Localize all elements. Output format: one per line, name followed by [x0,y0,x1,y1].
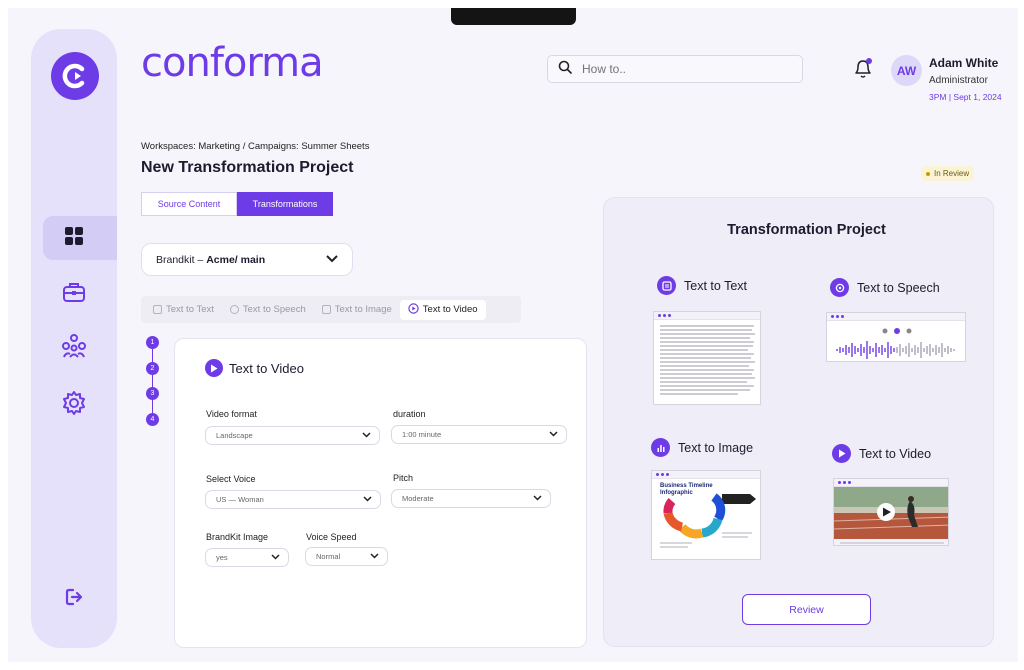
briefcase-icon [62,281,86,308]
thumb-text-to-video[interactable] [833,478,949,546]
page-title: New Transformation Project [141,159,354,176]
brandkit-image-label: BrandKit Image [206,532,269,542]
tab-text-to-text[interactable]: Text to Text [145,300,222,320]
tab-source-content[interactable]: Source Content [141,192,237,216]
search-input[interactable] [582,62,782,76]
bell-icon [852,58,874,84]
team-icon [61,333,87,364]
brandkit-image-select[interactable]: yes [205,548,289,567]
microphone-icon [830,278,849,297]
chevron-down-icon [271,553,280,562]
thumb-text-to-text[interactable] [653,311,761,405]
chevron-down-icon [533,494,542,503]
nav-settings[interactable] [31,383,117,427]
content-tabs: Source Content Transformations [141,192,333,216]
kind-text-to-video: Text to Video [832,444,931,463]
video-format-select[interactable]: Landscape [205,426,380,445]
voice-speed-select[interactable]: Normal [305,547,388,566]
text-document-preview [660,325,755,395]
thumb-text-to-speech[interactable] [826,312,966,362]
video-preview [834,487,948,545]
image-chart-icon [651,438,670,457]
brandkit-value: Brandkit – Acme/ main [156,253,266,266]
tab-transformations[interactable]: Transformations [237,192,333,216]
image-icon [321,305,331,314]
user-role: Administrator [929,75,988,86]
voice-speed-label: Voice Speed [306,532,357,542]
step-1[interactable]: 1 [146,336,159,349]
chevron-down-icon [363,495,372,504]
logout-icon [63,586,85,613]
review-button[interactable]: Review [742,594,871,625]
document-icon [657,276,676,295]
logo-icon[interactable] [51,52,99,100]
status-dot-icon [926,171,930,176]
kind-text-to-image: Text to Image [651,438,753,457]
panel-title: Transformation Project [727,222,886,238]
chevron-down-icon [549,430,558,439]
video-settings-card: Text to Video Video format Landscape dur… [174,338,587,648]
status-label: In Review [934,169,970,178]
sidebar [31,29,117,648]
thumb-text-to-image[interactable]: Business Timeline Infographic [651,470,761,560]
kind-text-to-speech: Text to Speech [830,278,940,297]
step-2[interactable]: 2 [146,362,159,375]
play-icon [205,359,223,377]
logout-button[interactable] [31,577,117,621]
chevron-down-icon [362,431,371,440]
chevron-down-icon [370,552,379,561]
pitch-select[interactable]: Moderate [391,489,551,508]
duration-select[interactable]: 1:00 minute [391,425,567,444]
step-4[interactable]: 4 [146,413,159,426]
duration-label: duration [393,409,426,419]
nav-dashboard[interactable] [43,216,117,260]
form-title: Text to Video [205,359,304,377]
voice-select[interactable]: US — Woman [205,490,381,509]
avatar[interactable]: AW [891,55,922,86]
search-box[interactable] [547,55,803,83]
gear-icon [61,390,87,421]
status-badge: In Review [921,166,975,181]
stepper-line [152,346,153,422]
play-icon [832,444,851,463]
play-circle-icon [408,302,419,317]
microphone-icon [229,305,239,314]
tab-text-to-image[interactable]: Text to Image [314,300,400,320]
nav-projects[interactable] [31,272,117,316]
user-timestamp: 3PM | Sept 1, 2024 [929,92,1002,102]
camera-notch [451,8,576,25]
form-title-label: Text to Video [229,360,304,376]
brand-logo: conforma [141,40,324,86]
dashboard-icon [63,225,85,252]
infographic-preview [660,493,756,548]
audio-waveform [836,328,955,359]
tab-text-to-speech[interactable]: Text to Speech [222,300,314,320]
user-name: Adam White [929,56,999,70]
brandkit-select[interactable]: Brandkit – Acme/ main [141,243,353,276]
pitch-label: Pitch [393,473,414,483]
thumb-toolbar [827,313,965,321]
transformation-project-panel: Transformation Project Text to Text Text… [603,197,994,647]
nav-team[interactable] [31,326,117,370]
kind-text-to-text: Text to Text [657,276,747,295]
transform-type-tabs: Text to Text Text to Speech Text to Imag… [141,296,521,323]
chevron-down-icon [326,254,338,266]
breadcrumb: Workspaces: Marketing / Campaigns: Summe… [141,141,370,152]
search-icon [558,60,572,79]
voice-label: Select Voice [206,474,256,484]
step-3[interactable]: 3 [146,387,159,400]
thumb-toolbar [654,312,760,320]
tab-text-to-video[interactable]: Text to Video [399,299,486,320]
notifications-button[interactable] [852,56,874,85]
document-icon [153,305,162,314]
video-format-label: Video format [206,409,257,419]
thumb-toolbar [834,479,948,487]
